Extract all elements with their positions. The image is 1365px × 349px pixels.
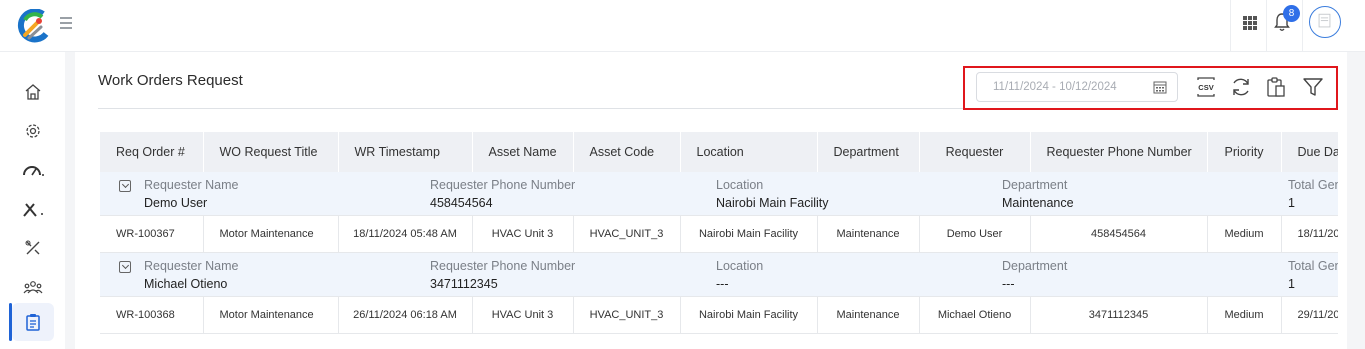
csv-export-icon[interactable]: CSV	[1195, 76, 1217, 98]
date-range-field[interactable]	[976, 72, 1178, 102]
column-header[interactable]: WR Timestamp	[338, 132, 473, 172]
wrench-screwdriver-icon	[25, 240, 40, 255]
table-header-row: Req Order # WO Request Title WR Timestam…	[100, 132, 1338, 172]
cell-due-date: 18/11/2024	[1281, 215, 1338, 253]
column-header[interactable]: Asset Name	[472, 132, 574, 172]
cell-phone: 3471112345	[1030, 296, 1208, 334]
refresh-icon[interactable]	[1230, 76, 1252, 98]
top-bar: 8	[0, 0, 1365, 52]
sidebar-item-settings[interactable]	[12, 112, 54, 150]
detail-value: 458454564	[430, 196, 493, 210]
detail-value: Michael Otieno	[144, 277, 228, 291]
table-row[interactable]: WR-100368 Motor Maintenance 26/11/2024 0…	[100, 296, 1338, 334]
sidebar-item-work-orders[interactable]	[9, 303, 54, 341]
column-header[interactable]: Req Order #	[100, 132, 204, 172]
clipboard-paste-icon[interactable]	[1265, 76, 1287, 98]
page-title: Work Orders Request	[98, 72, 243, 89]
sidebar-item-home[interactable]	[12, 73, 54, 111]
cell-phone: 458454564	[1030, 215, 1208, 253]
collapse-toggle-icon[interactable]	[119, 180, 131, 192]
detail-value: ---	[716, 277, 729, 291]
cell-title: Motor Maintenance	[203, 215, 339, 253]
detail-label: Department	[1002, 259, 1068, 273]
cell-priority: Medium	[1207, 296, 1282, 334]
cell-requester: Michael Otieno	[919, 296, 1031, 334]
column-header[interactable]: Requester	[919, 132, 1031, 172]
detail-value: ---	[1002, 277, 1015, 291]
cell-asset-name: HVAC Unit 3	[472, 296, 574, 334]
sidebar-item-tools[interactable]	[12, 190, 54, 228]
column-header[interactable]: Location	[680, 132, 818, 172]
cell-req-order: WR-100367	[100, 215, 204, 253]
column-header[interactable]: Department	[817, 132, 920, 172]
detail-label: Total Generated	[1288, 259, 1338, 273]
detail-value: Demo User	[144, 196, 208, 210]
detail-value: Maintenance	[1002, 196, 1074, 210]
work-orders-card: Work Orders Request CSV	[75, 52, 1347, 349]
gauge-icon	[23, 166, 44, 176]
user-avatar[interactable]	[1309, 6, 1341, 38]
avatar-placeholder-icon	[1318, 13, 1331, 28]
cell-priority: Medium	[1207, 215, 1282, 253]
detail-label: Department	[1002, 178, 1068, 192]
cell-req-order: WR-100368	[100, 296, 204, 334]
detail-value: Nairobi Main Facility	[716, 196, 829, 210]
detail-label: Requester Name	[144, 259, 239, 273]
work-orders-table: Req Order # WO Request Title WR Timestam…	[100, 132, 1338, 349]
cell-title: Motor Maintenance	[203, 296, 339, 334]
home-icon	[25, 84, 41, 100]
column-header[interactable]: Asset Code	[573, 132, 681, 172]
sidebar-item-team[interactable]	[12, 268, 54, 306]
calendar-icon[interactable]	[1153, 80, 1167, 94]
app-logo-icon[interactable]	[16, 9, 50, 43]
sidebar-item-maintenance[interactable]	[12, 229, 54, 267]
collapse-toggle-icon[interactable]	[119, 261, 131, 273]
date-range-input[interactable]	[993, 73, 1153, 101]
cell-timestamp: 26/11/2024 06:18 AM	[338, 296, 473, 334]
cell-location: Nairobi Main Facility	[680, 215, 818, 253]
detail-value: 1	[1288, 277, 1295, 291]
cell-location: Nairobi Main Facility	[680, 296, 818, 334]
cell-asset-code: HVAC_UNIT_3	[573, 215, 681, 253]
csv-label: CSV	[1198, 83, 1213, 92]
menu-toggle-icon[interactable]	[60, 17, 72, 29]
cell-due-date: 29/11/2024	[1281, 296, 1338, 334]
cell-department: Maintenance	[817, 296, 920, 334]
clipboard-icon	[26, 314, 40, 331]
team-icon	[23, 281, 43, 294]
detail-value: 3471112345	[430, 277, 498, 291]
detail-label: Location	[716, 259, 764, 273]
main-content: Work Orders Request CSV	[65, 52, 1365, 349]
table-row[interactable]: WR-100367 Motor Maintenance 18/11/2024 0…	[100, 215, 1338, 253]
group-detail-row[interactable]: Requester Name Michael Otieno Requester …	[100, 252, 1338, 297]
detail-label: Total Generated	[1288, 178, 1338, 192]
detail-label: Location	[716, 178, 764, 192]
tools-icon	[23, 203, 43, 217]
detail-label: Requester Name	[144, 178, 239, 192]
cell-requester: Demo User	[919, 215, 1031, 253]
detail-value: 1	[1288, 196, 1295, 210]
gear-icon	[26, 124, 40, 138]
apps-grid-icon[interactable]	[1243, 16, 1257, 30]
column-header[interactable]: Due Date	[1281, 132, 1338, 172]
cell-timestamp: 18/11/2024 05:48 AM	[338, 215, 473, 253]
column-header[interactable]: WO Request Title	[203, 132, 339, 172]
column-header[interactable]: Requester Phone Number	[1030, 132, 1208, 172]
cell-asset-code: HVAC_UNIT_3	[573, 296, 681, 334]
detail-label: Requester Phone Number	[430, 178, 576, 192]
sidebar	[0, 52, 65, 349]
detail-label: Requester Phone Number	[430, 259, 576, 273]
sidebar-item-dashboard[interactable]	[12, 151, 54, 189]
column-header[interactable]: Priority	[1207, 132, 1282, 172]
group-detail-row[interactable]: Requester Name Demo User Requester Phone…	[100, 172, 1338, 216]
cell-department: Maintenance	[817, 215, 920, 253]
notification-count-badge: 8	[1283, 5, 1300, 22]
cell-asset-name: HVAC Unit 3	[472, 215, 574, 253]
filter-icon[interactable]	[1302, 76, 1324, 98]
